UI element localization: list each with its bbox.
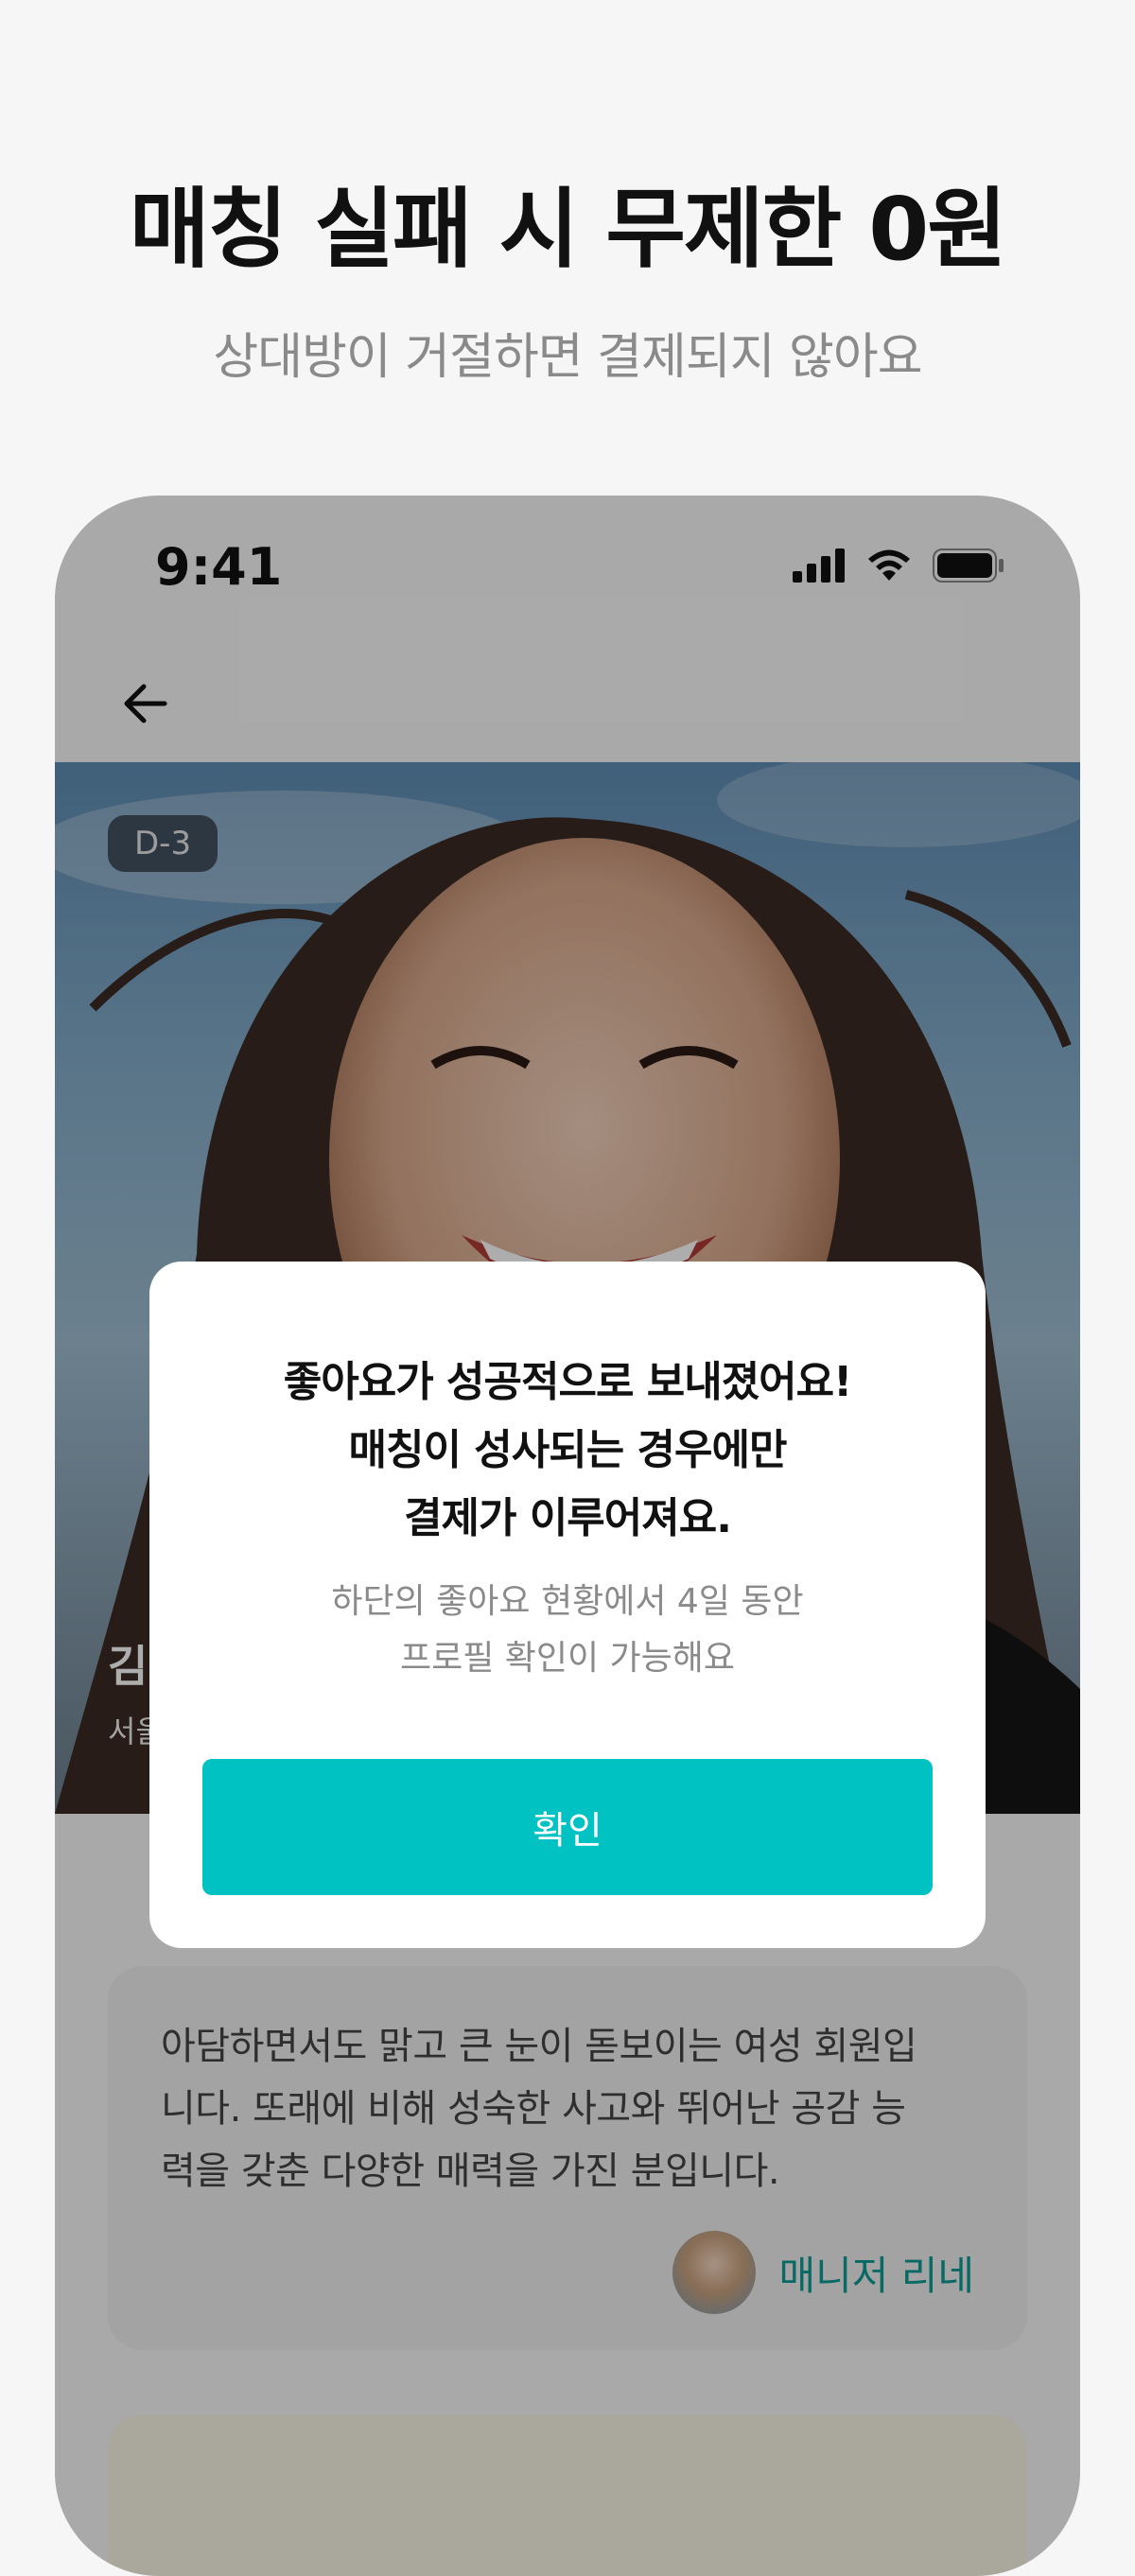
- promo-subline: 상대방이 거절하면 결제되지 않아요: [213, 329, 922, 386]
- dialog-title-line: 좋아요가 성공적으로 보내졌어요!: [283, 1358, 852, 1406]
- dialog-body-line: 프로필 확인이 가능해요: [399, 1639, 736, 1678]
- dialog-title: 좋아요가 성공적으로 보내졌어요! 매칭이 성사되는 경우에만 결제가 이루어져…: [149, 1349, 986, 1553]
- dialog-body: 하단의 좋아요 현황에서 4일 동안 프로필 확인이 가능해요: [149, 1574, 986, 1687]
- dialog-body-line: 하단의 좋아요 현황에서 4일 동안: [331, 1582, 804, 1621]
- promo-headline: 매칭 실패 시 무제한 0원: [130, 179, 1007, 280]
- like-sent-dialog: 좋아요가 성공적으로 보내졌어요! 매칭이 성사되는 경우에만 결제가 이루어져…: [149, 1262, 986, 1948]
- dialog-title-line: 결제가 이루어져요.: [404, 1494, 732, 1542]
- dialog-title-line: 매칭이 성사되는 경우에만: [348, 1426, 788, 1474]
- confirm-button[interactable]: 확인: [202, 1759, 933, 1895]
